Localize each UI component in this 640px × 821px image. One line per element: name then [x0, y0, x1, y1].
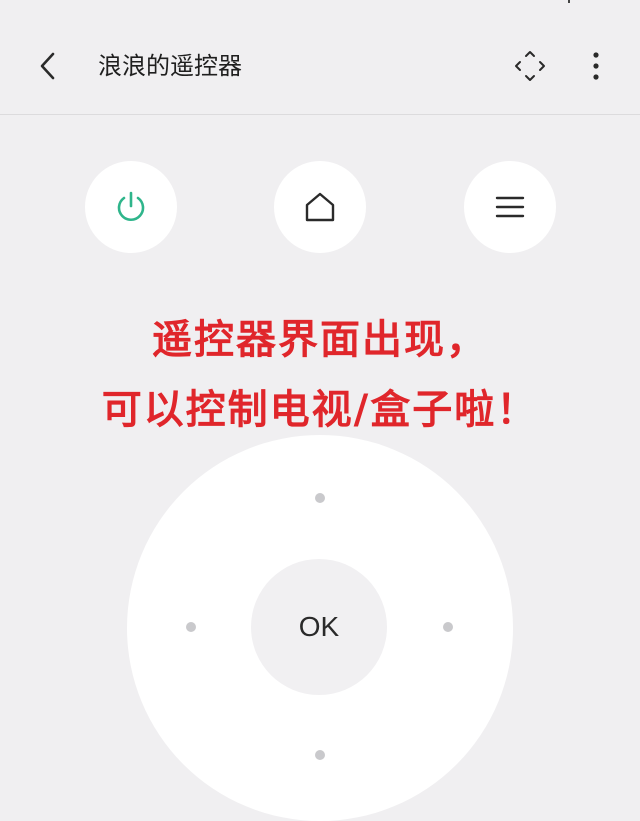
expand-arrows-icon [515, 51, 545, 81]
home-icon [305, 192, 335, 222]
power-button[interactable] [85, 161, 177, 253]
dpad-down-button[interactable] [315, 750, 325, 760]
menu-button[interactable] [464, 161, 556, 253]
dpad-left-button[interactable] [186, 622, 196, 632]
status-bar [0, 0, 640, 10]
dpad-right-button[interactable] [443, 622, 453, 632]
ok-button[interactable]: OK [251, 559, 387, 695]
power-icon [117, 191, 145, 221]
expand-button[interactable] [510, 46, 550, 86]
page-title: 浪浪的遥控器 [98, 52, 242, 80]
chevron-left-icon [40, 52, 55, 80]
app-header: 浪浪的遥控器 [0, 18, 640, 115]
more-vertical-icon [593, 52, 599, 80]
dpad-up-button[interactable] [315, 493, 325, 503]
menu-icon [495, 196, 525, 218]
home-button[interactable] [274, 161, 366, 253]
annotation-line-2: 可以控制电视/盒子啦！ [101, 387, 539, 433]
more-button[interactable] [576, 46, 616, 86]
annotation-line-1: 遥控器界面出现， [152, 317, 488, 363]
status-indicator [568, 0, 570, 3]
back-button[interactable] [28, 46, 68, 86]
direction-pad: OK [127, 435, 513, 821]
annotation-overlay: 遥控器界面出现， 可以控制电视/盒子啦！ [0, 305, 640, 445]
